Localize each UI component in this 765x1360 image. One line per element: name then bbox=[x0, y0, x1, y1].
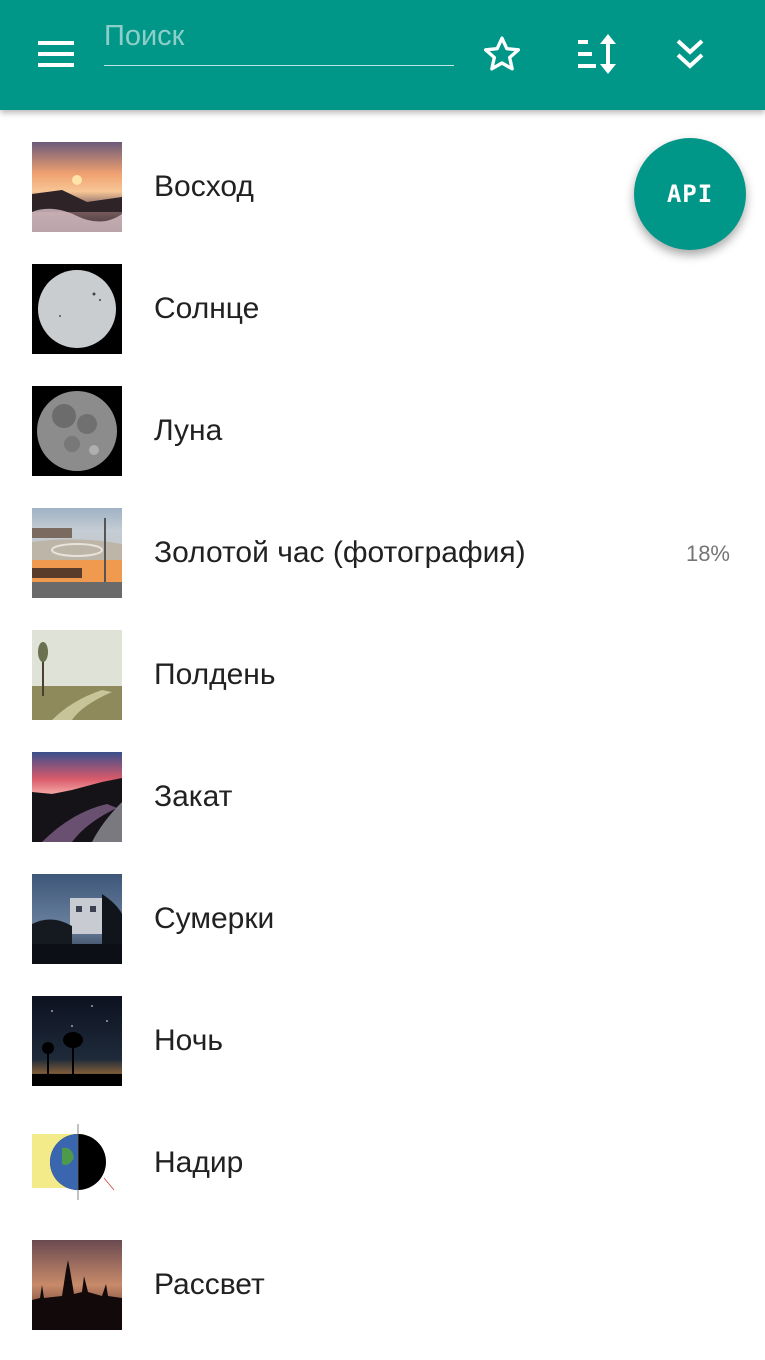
list-item[interactable]: Золотой час (фотография) 18% bbox=[0, 476, 765, 598]
expand-all-button[interactable] bbox=[658, 22, 722, 86]
sort-icon bbox=[578, 34, 616, 74]
menu-button[interactable] bbox=[20, 22, 92, 86]
double-chevron-down-icon bbox=[676, 39, 704, 69]
list-item[interactable]: Рассвет bbox=[0, 1208, 765, 1330]
nadir-thumbnail bbox=[32, 1118, 122, 1208]
sun-thumbnail bbox=[32, 264, 122, 354]
list-item[interactable]: Надир bbox=[0, 1086, 765, 1208]
item-label: Золотой час (фотография) bbox=[154, 536, 526, 569]
item-label: Ночь bbox=[154, 1024, 223, 1057]
search-field[interactable] bbox=[104, 10, 454, 66]
api-fab-button[interactable]: API bbox=[634, 138, 746, 250]
night-thumbnail bbox=[32, 996, 122, 1086]
sunrise-thumbnail bbox=[32, 142, 122, 232]
hamburger-menu-icon bbox=[38, 41, 74, 67]
favorites-button[interactable] bbox=[470, 22, 534, 86]
noon-thumbnail bbox=[32, 630, 122, 720]
list-item[interactable]: Солнце bbox=[0, 232, 765, 354]
golden-hour-thumbnail bbox=[32, 508, 122, 598]
item-label: Луна bbox=[154, 414, 223, 447]
twilight-thumbnail bbox=[32, 874, 122, 964]
list-item[interactable]: Закат bbox=[0, 720, 765, 842]
moon-thumbnail bbox=[32, 386, 122, 476]
item-label: Надир bbox=[154, 1146, 244, 1179]
search-input[interactable] bbox=[104, 16, 454, 56]
list-item[interactable]: Луна bbox=[0, 354, 765, 476]
sort-button[interactable] bbox=[566, 22, 630, 86]
topic-list: Восход Солнце Луна Золотой час (фотограф… bbox=[0, 110, 765, 1330]
api-fab-label: API bbox=[666, 180, 714, 208]
item-label: Сумерки bbox=[154, 902, 275, 935]
dawn-thumbnail bbox=[32, 1240, 122, 1330]
item-label: Рассвет bbox=[154, 1268, 265, 1301]
sunset-thumbnail bbox=[32, 752, 122, 842]
app-bar bbox=[0, 0, 765, 110]
list-item[interactable]: Ночь bbox=[0, 964, 765, 1086]
item-label: Закат bbox=[154, 780, 233, 813]
item-label: Восход bbox=[154, 170, 254, 203]
item-label: Солнце bbox=[154, 292, 260, 325]
item-label: Полдень bbox=[154, 658, 276, 691]
star-outline-icon bbox=[484, 36, 520, 71]
list-item[interactable]: Полдень bbox=[0, 598, 765, 720]
progress-badge: 18% bbox=[685, 541, 730, 566]
list-item[interactable]: Сумерки bbox=[0, 842, 765, 964]
